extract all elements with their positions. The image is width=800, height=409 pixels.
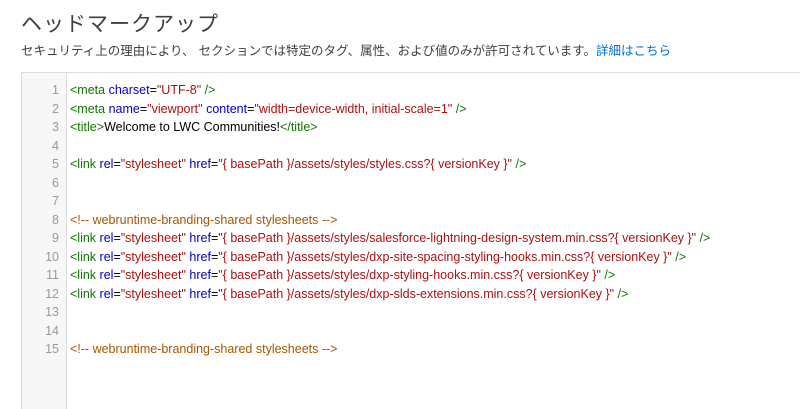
code-line[interactable]: 12 <link rel="stylesheet" href="{ basePat… — [22, 285, 800, 304]
code-token-str: "{ basePath }/assets/styles/dxp-styling-… — [218, 268, 601, 282]
code-line[interactable]: 10 <link rel="stylesheet" href="{ basePat… — [22, 248, 800, 267]
code-token-str: "{ basePath }/assets/styles/dxp-site-spa… — [218, 249, 672, 264]
code-token-attr: rel — [99, 157, 114, 171]
code-text: <meta name="viewport" content="width=dev… — [70, 100, 467, 119]
code-token-txt: = — [113, 157, 121, 171]
line-number: 8 — [52, 212, 59, 227]
code-token-str: "{ basePath }/assets/styles/styles.css?{… — [218, 157, 512, 171]
code-token-str: "{ basePath }/assets/styles/salesforce-l… — [218, 231, 697, 245]
description-text: セキュリティ上の理由により、 セクションでは特定のタグ、属性、および値のみが許可… — [21, 40, 671, 59]
line-number: 9 — [52, 231, 59, 245]
code-text: <link rel="stylesheet" href="{ basePath … — [70, 155, 526, 174]
code-token-attr: href — [189, 231, 211, 245]
code-token-attr: rel — [99, 268, 114, 282]
details-link[interactable]: 詳細はこちら — [596, 43, 671, 58]
code-lines[interactable]: 1 <meta charset="UTF-8" /> 2 <meta name="vi… — [22, 81, 800, 359]
code-line[interactable]: 1 <meta charset="UTF-8" /> — [22, 81, 800, 100]
line-number: 14 — [45, 323, 59, 338]
code-line[interactable]: 4 — [22, 137, 800, 156]
code-line[interactable]: 6 — [22, 174, 800, 193]
code-line[interactable]: 7 — [22, 192, 800, 211]
code-text: <link rel="stylesheet" href="{ basePath … — [70, 229, 710, 248]
code-line[interactable]: 2 <meta name="viewport" content="width=de… — [22, 100, 800, 119]
code-token-attr: rel — [99, 249, 114, 264]
code-token-txt: = — [113, 268, 121, 282]
line-number: 12 — [45, 286, 59, 301]
code-token-tag: <link — [70, 268, 100, 282]
code-line[interactable]: 11 <link rel="stylesheet" href="{ basePat… — [22, 266, 800, 285]
code-token-tag: <title> — [70, 120, 105, 134]
code-token-tag: /> — [671, 249, 687, 264]
line-number: 11 — [46, 268, 59, 282]
code-text: <!-- webruntime-branding-shared styleshe… — [70, 340, 337, 359]
line-number: 1 — [52, 83, 59, 97]
code-token-tag: /> — [201, 83, 216, 97]
code-token-attr: content — [206, 101, 248, 116]
page-title: ヘッドマークアップ — [21, 12, 219, 36]
code-token-str: "{ basePath }/assets/styles/dxp-slds-ext… — [218, 286, 615, 301]
code-token-txt: = — [149, 83, 157, 97]
code-text: <!-- webruntime-branding-shared styleshe… — [70, 211, 337, 230]
code-line[interactable]: 3 <title>Welcome to LWC Communities!</tit… — [22, 118, 800, 137]
code-token-txt: = — [113, 231, 121, 245]
code-token-attr: rel — [99, 286, 114, 301]
code-line[interactable]: 14 — [22, 322, 800, 341]
code-token-str: "UTF-8" — [156, 83, 202, 97]
code-token-txt: = — [113, 249, 121, 264]
code-token-attr: charset — [108, 83, 150, 97]
line-number: 4 — [52, 138, 59, 153]
code-text: <title>Welcome to LWC Communities!</titl… — [70, 118, 318, 137]
description-label: セキュリティ上の理由により、 セクションでは特定のタグ、属性、および値のみが許可… — [21, 43, 596, 58]
head-markup-panel: ヘッドマークアップ セキュリティ上の理由により、 セクションでは特定のタグ、属性… — [0, 0, 800, 409]
code-token-tag: /> — [600, 268, 616, 282]
code-line[interactable]: 9 <link rel="stylesheet" href="{ basePath… — [22, 229, 800, 248]
code-token-attr: rel — [99, 231, 114, 245]
code-token-tag: <link — [70, 231, 100, 245]
code-token-str: "stylesheet" — [120, 268, 186, 282]
code-token-tag: <meta — [70, 101, 109, 116]
code-token-str: "stylesheet" — [120, 157, 186, 171]
code-token-tag: /> — [452, 101, 467, 116]
code-token-tag: <link — [70, 157, 100, 171]
code-token-tag: /> — [696, 231, 711, 245]
code-token-str: "viewport" — [147, 101, 203, 116]
code-token-tag: /> — [614, 286, 629, 301]
code-token-attr: href — [189, 286, 211, 301]
code-token-tag: <link — [70, 249, 100, 264]
code-token-attr: href — [189, 268, 211, 282]
code-token-attr: href — [189, 249, 211, 264]
line-number: 10 — [45, 249, 59, 264]
code-token-attr: name — [108, 101, 140, 116]
code-text: <link rel="stylesheet" href="{ basePath … — [70, 266, 615, 285]
line-number: 6 — [52, 175, 59, 190]
line-number: 3 — [52, 120, 59, 134]
code-token-tag: /> — [512, 157, 527, 171]
code-text: <meta charset="UTF-8" /> — [70, 81, 215, 100]
code-token-attr: href — [189, 157, 211, 171]
line-number: 15 — [45, 342, 59, 356]
code-line[interactable]: 15 <!-- webruntime-branding-shared styles… — [22, 340, 800, 359]
code-token-cmt: <!-- webruntime-branding-shared styleshe… — [70, 212, 338, 227]
line-number: 5 — [52, 157, 59, 171]
line-number: 13 — [45, 305, 59, 319]
code-token-txt: = — [113, 286, 121, 301]
code-token-tag: <link — [70, 286, 100, 301]
code-text: <link rel="stylesheet" href="{ basePath … — [70, 285, 628, 304]
code-token-txt: Welcome to LWC Communities! — [104, 120, 281, 134]
code-token-str: "stylesheet" — [120, 249, 186, 264]
code-line[interactable]: 13 — [22, 303, 800, 322]
line-number: 7 — [52, 194, 59, 208]
code-text: <link rel="stylesheet" href="{ basePath … — [70, 248, 686, 267]
code-token-tag: <meta — [70, 83, 109, 97]
code-token-str: "stylesheet" — [120, 231, 186, 245]
line-number: 2 — [52, 101, 59, 116]
code-editor[interactable]: 1 <meta charset="UTF-8" /> 2 <meta name="vi… — [21, 72, 800, 409]
code-line[interactable]: 5 <link rel="stylesheet" href="{ basePath… — [22, 155, 800, 174]
code-token-str: "width=device-width, initial-scale=1" — [254, 101, 453, 116]
code-token-tag: </title> — [280, 120, 318, 134]
code-token-cmt: <!-- webruntime-branding-shared styleshe… — [70, 342, 338, 356]
code-line[interactable]: 8 <!-- webruntime-branding-shared stylesh… — [22, 211, 800, 230]
code-token-str: "stylesheet" — [120, 286, 186, 301]
